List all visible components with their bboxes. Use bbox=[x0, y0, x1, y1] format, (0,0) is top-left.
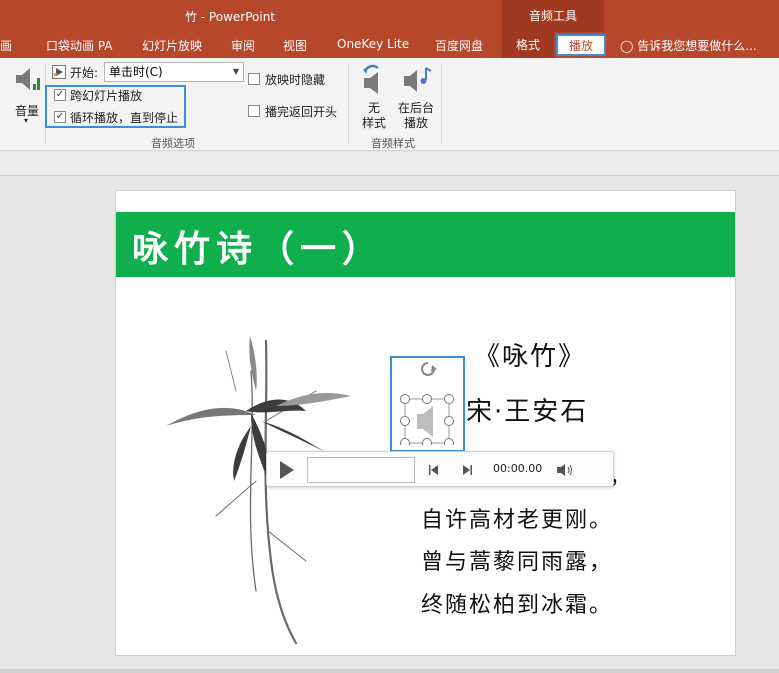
poem-line-2[interactable]: 自许高材老更刚。 bbox=[421, 502, 613, 534]
chevron-down-icon: ▾ bbox=[24, 116, 29, 125]
slide-canvas[interactable]: 咏竹诗（一） 《咏竹》 宋·王安石 瘦， 自许高材老更刚。 曾与蒿藜同雨露， 终… bbox=[115, 190, 736, 656]
tell-me-search[interactable]: ◯ 告诉我您想要做什么... bbox=[620, 37, 757, 54]
speaker-reset-icon bbox=[363, 64, 379, 94]
audio-tools-header: 音频工具 bbox=[502, 0, 604, 32]
skip-forward-icon[interactable] bbox=[461, 464, 473, 476]
start-label: 开始: bbox=[70, 66, 99, 80]
volume-button[interactable]: 音量 ▾ bbox=[8, 64, 46, 126]
no-style-label-2: 样式 bbox=[362, 116, 387, 130]
slide-title[interactable]: 咏竹诗（一） bbox=[132, 220, 384, 272]
audio-player-bar: 00:00.00 bbox=[266, 451, 614, 487]
ribbon-playback: 音量 ▾ 开始: 单击时(C) ▼ ✓ 跨幻灯片播放 ✓ 循环播放，直到停止 放… bbox=[0, 58, 779, 151]
tab-onekey-lite[interactable]: OneKey Lite bbox=[337, 37, 409, 51]
skip-back-icon[interactable] bbox=[428, 464, 440, 476]
divider bbox=[441, 64, 442, 144]
playback-progress-track[interactable] bbox=[307, 457, 415, 483]
window-title: 竹 - PowerPoint bbox=[184, 10, 276, 24]
rewind-label: 播完返回开头 bbox=[265, 105, 338, 119]
poem-line-4[interactable]: 终随松柏到冰霜。 bbox=[421, 587, 613, 619]
poem-author[interactable]: 宋·王安石 bbox=[466, 391, 588, 428]
playback-time: 00:00.00 bbox=[493, 462, 543, 475]
speaker-music-icon bbox=[404, 67, 432, 92]
start-trigger-icon bbox=[52, 65, 66, 79]
play-icon[interactable] bbox=[278, 460, 296, 480]
volume-icon[interactable] bbox=[556, 463, 574, 477]
speaker-icon bbox=[16, 68, 40, 90]
tab-animations[interactable]: 画 bbox=[0, 37, 12, 54]
bamboo-painting[interactable] bbox=[156, 331, 366, 651]
hide-during-show-checkbox[interactable] bbox=[248, 73, 260, 85]
poem-line-3[interactable]: 曾与蒿藜同雨露， bbox=[421, 544, 613, 576]
ribbon-tabs: 画 口袋动画 PA 幻灯片放映 审阅 视图 OneKey Lite 百度网盘 格… bbox=[0, 32, 779, 58]
no-style-button[interactable]: 无 样式 bbox=[356, 62, 392, 130]
play-in-background-button[interactable]: 在后台 播放 bbox=[396, 62, 436, 130]
tab-format[interactable]: 格式 bbox=[502, 32, 554, 58]
title-bar: 竹 - PowerPoint 音频工具 bbox=[0, 0, 779, 32]
audio-options-group-label: 音频选项 bbox=[151, 137, 195, 150]
hide-during-show-label: 放映时隐藏 bbox=[265, 73, 326, 87]
slide-title-banner: 咏竹诗（一） bbox=[116, 212, 735, 277]
bg-play-label-2: 播放 bbox=[404, 116, 429, 130]
tab-view[interactable]: 视图 bbox=[283, 37, 307, 54]
divider bbox=[348, 64, 349, 144]
highlight-frame bbox=[45, 85, 186, 128]
audio-object[interactable] bbox=[395, 359, 461, 445]
chevron-down-icon: ▼ bbox=[232, 67, 239, 76]
start-select-value: 单击时(C) bbox=[109, 65, 163, 79]
poem-title[interactable]: 《咏竹》 bbox=[474, 336, 586, 373]
tab-review[interactable]: 审阅 bbox=[231, 37, 255, 54]
tab-playback[interactable]: 播放 bbox=[556, 34, 606, 56]
ruler-bar bbox=[0, 152, 779, 176]
lightbulb-icon: ◯ bbox=[620, 39, 634, 53]
start-select[interactable]: 单击时(C) ▼ bbox=[104, 62, 244, 82]
status-bar-edge bbox=[0, 669, 779, 673]
tell-me-text: 告诉我您想要做什么... bbox=[637, 39, 757, 53]
tab-pocket-animation[interactable]: 口袋动画 PA bbox=[46, 37, 113, 54]
rewind-checkbox[interactable] bbox=[248, 105, 260, 117]
audio-styles-group-label: 音频样式 bbox=[371, 137, 415, 150]
tab-slideshow[interactable]: 幻灯片放映 bbox=[142, 37, 202, 54]
tab-baidu-netdisk[interactable]: 百度网盘 bbox=[435, 37, 483, 54]
